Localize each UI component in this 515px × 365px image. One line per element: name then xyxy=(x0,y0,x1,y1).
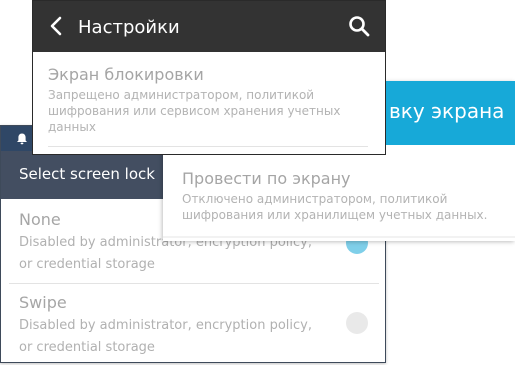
option-description: Отключено администратором, политикой шиф… xyxy=(182,192,488,222)
chevron-left-icon[interactable] xyxy=(49,16,63,36)
bell-icon xyxy=(17,133,27,145)
setting-label: Экран блокировки xyxy=(48,65,204,84)
russian-settings-panel: Настройки Экран блокировки Запрещено адм… xyxy=(32,0,386,155)
divider xyxy=(9,283,379,284)
option-label: Swipe xyxy=(19,293,67,312)
option-description: Disabled by administrator, encryption po… xyxy=(19,318,312,355)
radio-button[interactable] xyxy=(346,312,368,334)
setting-description: Запрещено администратором, политикой шиф… xyxy=(48,88,341,134)
search-icon[interactable] xyxy=(348,15,370,37)
settings-header: Настройки xyxy=(33,1,385,52)
option-label: Провести по экрану xyxy=(182,169,351,188)
option-label: None xyxy=(19,210,61,229)
page-title: Настройки xyxy=(78,17,180,38)
divider xyxy=(163,236,515,238)
page-title: вку экрана xyxy=(389,99,505,123)
divider xyxy=(48,146,368,147)
page-title: Select screen lock xyxy=(19,165,155,183)
